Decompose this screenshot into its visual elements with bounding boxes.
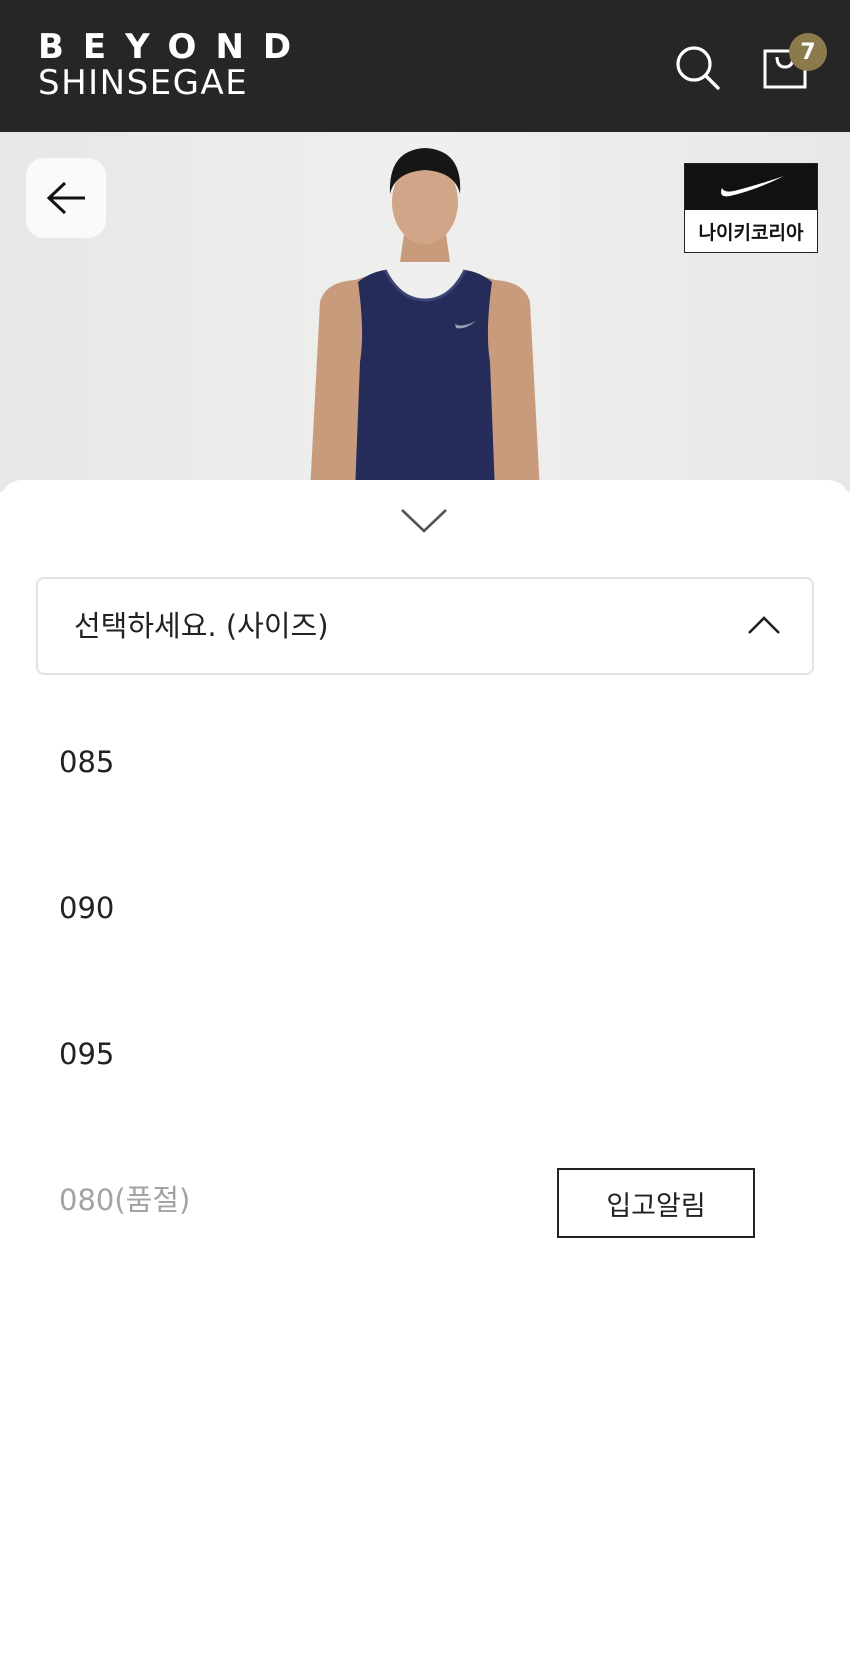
nike-logo-box xyxy=(685,164,817,210)
size-select-label: 선택하세요. (사이즈) xyxy=(74,609,329,643)
chevron-down-icon xyxy=(401,509,447,533)
size-option-090[interactable]: 090 xyxy=(0,835,850,981)
cart-count-badge: 7 xyxy=(789,33,827,71)
brand-badge[interactable]: 나이키코리아 xyxy=(684,163,818,253)
logo-top-text: BEYOND xyxy=(38,27,311,67)
beyond-shinsegae-logo[interactable]: BEYOND SHINSEGAE xyxy=(38,30,310,100)
back-button[interactable] xyxy=(26,158,106,238)
search-button[interactable] xyxy=(670,40,726,96)
model-wearing-tank-top-image xyxy=(310,148,540,492)
size-option-label: 095 xyxy=(59,1037,115,1071)
collapse-sheet-button[interactable] xyxy=(396,500,452,540)
size-option-label: 090 xyxy=(59,891,115,925)
option-bottom-sheet: 선택하세요. (사이즈) 085 090 095 080(품절) 입고알림 xyxy=(0,480,850,1653)
size-option-095[interactable]: 095 xyxy=(0,981,850,1127)
product-image: 나이키코리아 xyxy=(0,132,850,492)
size-option-label: 080(품절) xyxy=(59,1183,191,1217)
chevron-up-icon xyxy=(748,616,780,634)
search-icon xyxy=(676,46,720,90)
size-option-085[interactable]: 085 xyxy=(0,689,850,835)
logo-bottom-text: SHINSEGAE xyxy=(38,63,249,103)
nike-swoosh-icon xyxy=(721,176,784,197)
arrow-left-icon xyxy=(46,181,85,215)
brand-name: 나이키코리아 xyxy=(698,221,804,244)
size-select[interactable]: 선택하세요. (사이즈) xyxy=(36,577,814,675)
restock-alert-button[interactable]: 입고알림 xyxy=(557,1168,755,1238)
app-header: BEYOND SHINSEGAE 7 xyxy=(0,0,850,132)
size-option-label: 085 xyxy=(59,745,115,779)
